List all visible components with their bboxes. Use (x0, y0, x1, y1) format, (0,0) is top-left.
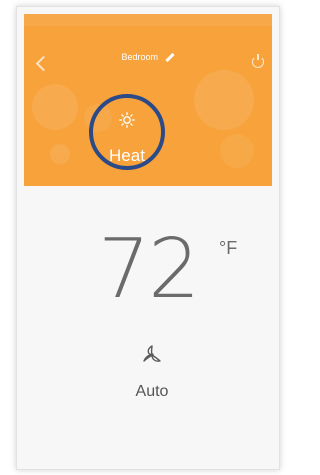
fan-icon[interactable] (140, 343, 164, 367)
power-icon[interactable] (252, 54, 264, 68)
room-name[interactable]: Bedroom (121, 52, 158, 62)
pencil-icon[interactable] (164, 53, 175, 63)
sun-icon (119, 112, 135, 128)
status-bar (24, 14, 272, 26)
room-title: Bedroom (24, 52, 272, 63)
mode-label: Heat (109, 146, 145, 165)
fan-mode-label[interactable]: Auto (120, 383, 184, 401)
temperature-unit: °F (219, 238, 238, 258)
temperature-value[interactable]: 72 (98, 222, 200, 317)
